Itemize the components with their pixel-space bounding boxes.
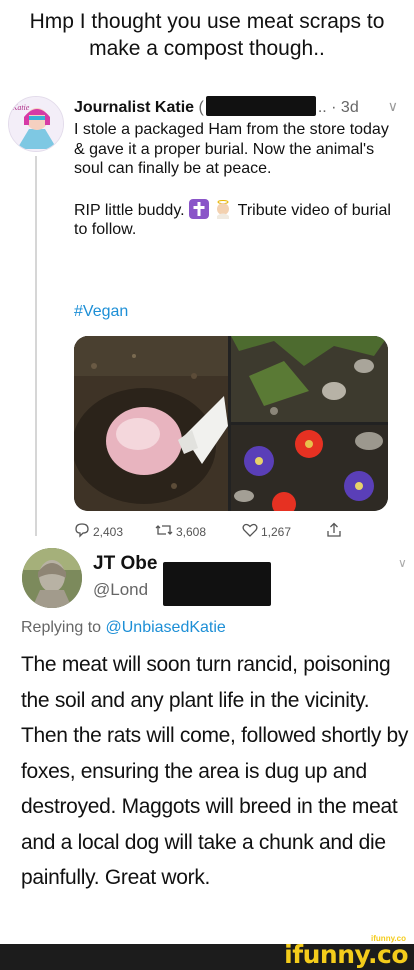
reply-count: 2,403	[93, 524, 124, 539]
tweet1-photo-grid[interactable]	[74, 336, 388, 511]
redaction-bar-2	[163, 562, 271, 606]
heart-icon	[242, 522, 258, 541]
like-action[interactable]: 1,267	[242, 522, 291, 541]
like-count: 1,267	[261, 524, 292, 539]
ifunny-watermark-bar: ifunny.co ifunny.co	[0, 934, 414, 970]
retweet-icon	[155, 522, 173, 541]
replying-to: Replying to @UnbiasedKatie	[21, 619, 226, 637]
chevron-down-icon-2[interactable]: ∨	[398, 556, 407, 570]
tweet1-header: Journalist Katie (.. · 3d ∨	[74, 96, 404, 118]
burial-photo-left	[74, 336, 228, 511]
tweet2-text: The meat will soon turn rancid, poisonin…	[21, 653, 409, 889]
thread-line	[35, 156, 37, 536]
tweet1-paragraph-1: I stole a packaged Ham from the store to…	[74, 121, 389, 177]
chevron-down-icon[interactable]: ∨	[388, 96, 398, 116]
reply-icon	[74, 522, 90, 541]
avatar-name-text: Katie	[11, 103, 30, 112]
tweet1-time[interactable]: · 3d	[331, 99, 359, 116]
burial-photo-top-right	[231, 336, 388, 422]
tweet1-handle-ellipsis: ..	[317, 99, 327, 116]
reply-action[interactable]: 2,403	[74, 522, 123, 541]
jt-avatar[interactable]	[22, 548, 82, 608]
replying-to-handle[interactable]: @UnbiasedKatie	[106, 619, 226, 636]
share-icon	[326, 522, 342, 541]
ifunny-logo: ifunny.co	[284, 940, 408, 969]
replying-to-label: Replying to	[21, 619, 106, 636]
tweet2-name[interactable]: JT Obe	[93, 553, 157, 575]
tweet1-paragraph-2: RIP little buddy. Tribute video of buria…	[74, 198, 399, 240]
retweet-count: 3,608	[176, 524, 207, 539]
burial-photo-bottom-right	[231, 425, 388, 511]
redaction-bar	[205, 96, 316, 116]
tweet1-name[interactable]: Journalist Katie	[74, 99, 194, 116]
tweet2-handle[interactable]: @Lond	[93, 580, 148, 600]
baby-angel-emoji-icon	[213, 199, 233, 219]
tweet1-rip-text: RIP little buddy.	[74, 201, 185, 219]
meme-caption: Hmp I thought you use meat scraps to mak…	[29, 10, 385, 60]
hashtag-vegan[interactable]: #Vegan	[74, 303, 128, 321]
tweet1-text: I stole a packaged Ham from the store to…	[74, 120, 399, 260]
tweet1-handle-open: (	[198, 99, 204, 116]
katie-avatar[interactable]: Katie	[8, 96, 64, 152]
share-action[interactable]	[326, 522, 342, 541]
tweet1-actions: 2,403 3,608 1,267	[74, 522, 374, 544]
retweet-action[interactable]: 3,608	[155, 522, 206, 541]
cross-emoji-icon	[189, 198, 210, 219]
